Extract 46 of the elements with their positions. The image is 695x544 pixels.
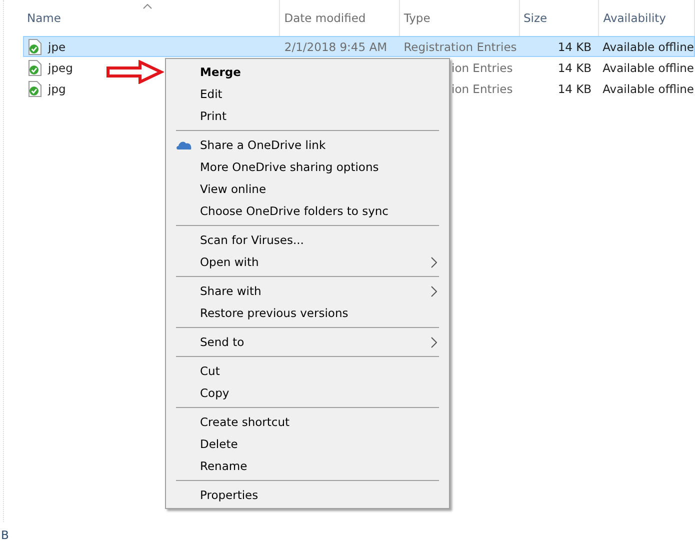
file-synced-icon (28, 80, 42, 96)
menu-item[interactable]: Create shortcut (166, 411, 449, 433)
menu-item[interactable]: Print (166, 105, 449, 127)
menu-item[interactable]: More OneDrive sharing options (166, 156, 449, 178)
availability-cell: Available offline (602, 60, 694, 74)
chevron-right-icon (431, 257, 437, 268)
arrow-annotation (106, 60, 164, 84)
date-cell: 2/1/2018 9:45 AM (284, 40, 387, 54)
size-cell: 14 KB (558, 40, 592, 54)
file-name: jpeg (48, 60, 73, 74)
type-cell: ion Entries (452, 60, 513, 74)
column-header[interactable]: Size (524, 11, 548, 25)
type-cell: Registration Entries (404, 40, 517, 54)
menu-item[interactable]: Delete (166, 433, 449, 455)
menu-item[interactable]: Restore previous versions (166, 302, 449, 324)
chevron-right-icon (431, 286, 437, 297)
type-cell: ion Entries (452, 82, 513, 96)
menu-item[interactable]: Copy (166, 382, 449, 404)
menu-item[interactable]: Share with (166, 280, 449, 302)
menu-item[interactable]: Merge (166, 61, 449, 83)
menu-item[interactable]: Scan for Viruses... (166, 229, 449, 251)
availability-cell: Available offline (602, 40, 694, 54)
file-synced-icon (28, 38, 42, 54)
column-header[interactable]: Name (27, 11, 61, 25)
availability-cell: Available offline (602, 82, 694, 96)
file-name: jpe (48, 40, 66, 54)
size-cell: 14 KB (558, 82, 592, 96)
column-header[interactable]: Availability (603, 11, 666, 25)
menu-item[interactable]: Send to (166, 331, 449, 353)
file-name: jpg (48, 82, 66, 96)
size-cell: 14 KB (558, 60, 592, 74)
menu-item[interactable]: Edit (166, 83, 449, 105)
status-text: B (1, 528, 9, 542)
menu-item[interactable]: Properties (166, 484, 449, 506)
file-synced-icon (28, 60, 42, 76)
menu-item[interactable]: Choose OneDrive folders to sync (166, 200, 449, 222)
menu-item[interactable]: View online (166, 178, 449, 200)
selected-file-row[interactable]: jpe 2/1/2018 9:45 AM Registration Entries 14 KB Available offline (23, 36, 695, 57)
column-header[interactable]: Type (404, 11, 430, 25)
chevron-right-icon (431, 337, 437, 348)
menu-item[interactable]: Cut (166, 360, 449, 382)
menu-item[interactable]: Open with (166, 251, 449, 273)
column-header[interactable]: Date modified (284, 11, 366, 25)
menu-item[interactable]: Share a OneDrive link (166, 134, 449, 156)
cloud-icon (176, 140, 192, 150)
menu-item[interactable]: Rename (166, 455, 449, 477)
